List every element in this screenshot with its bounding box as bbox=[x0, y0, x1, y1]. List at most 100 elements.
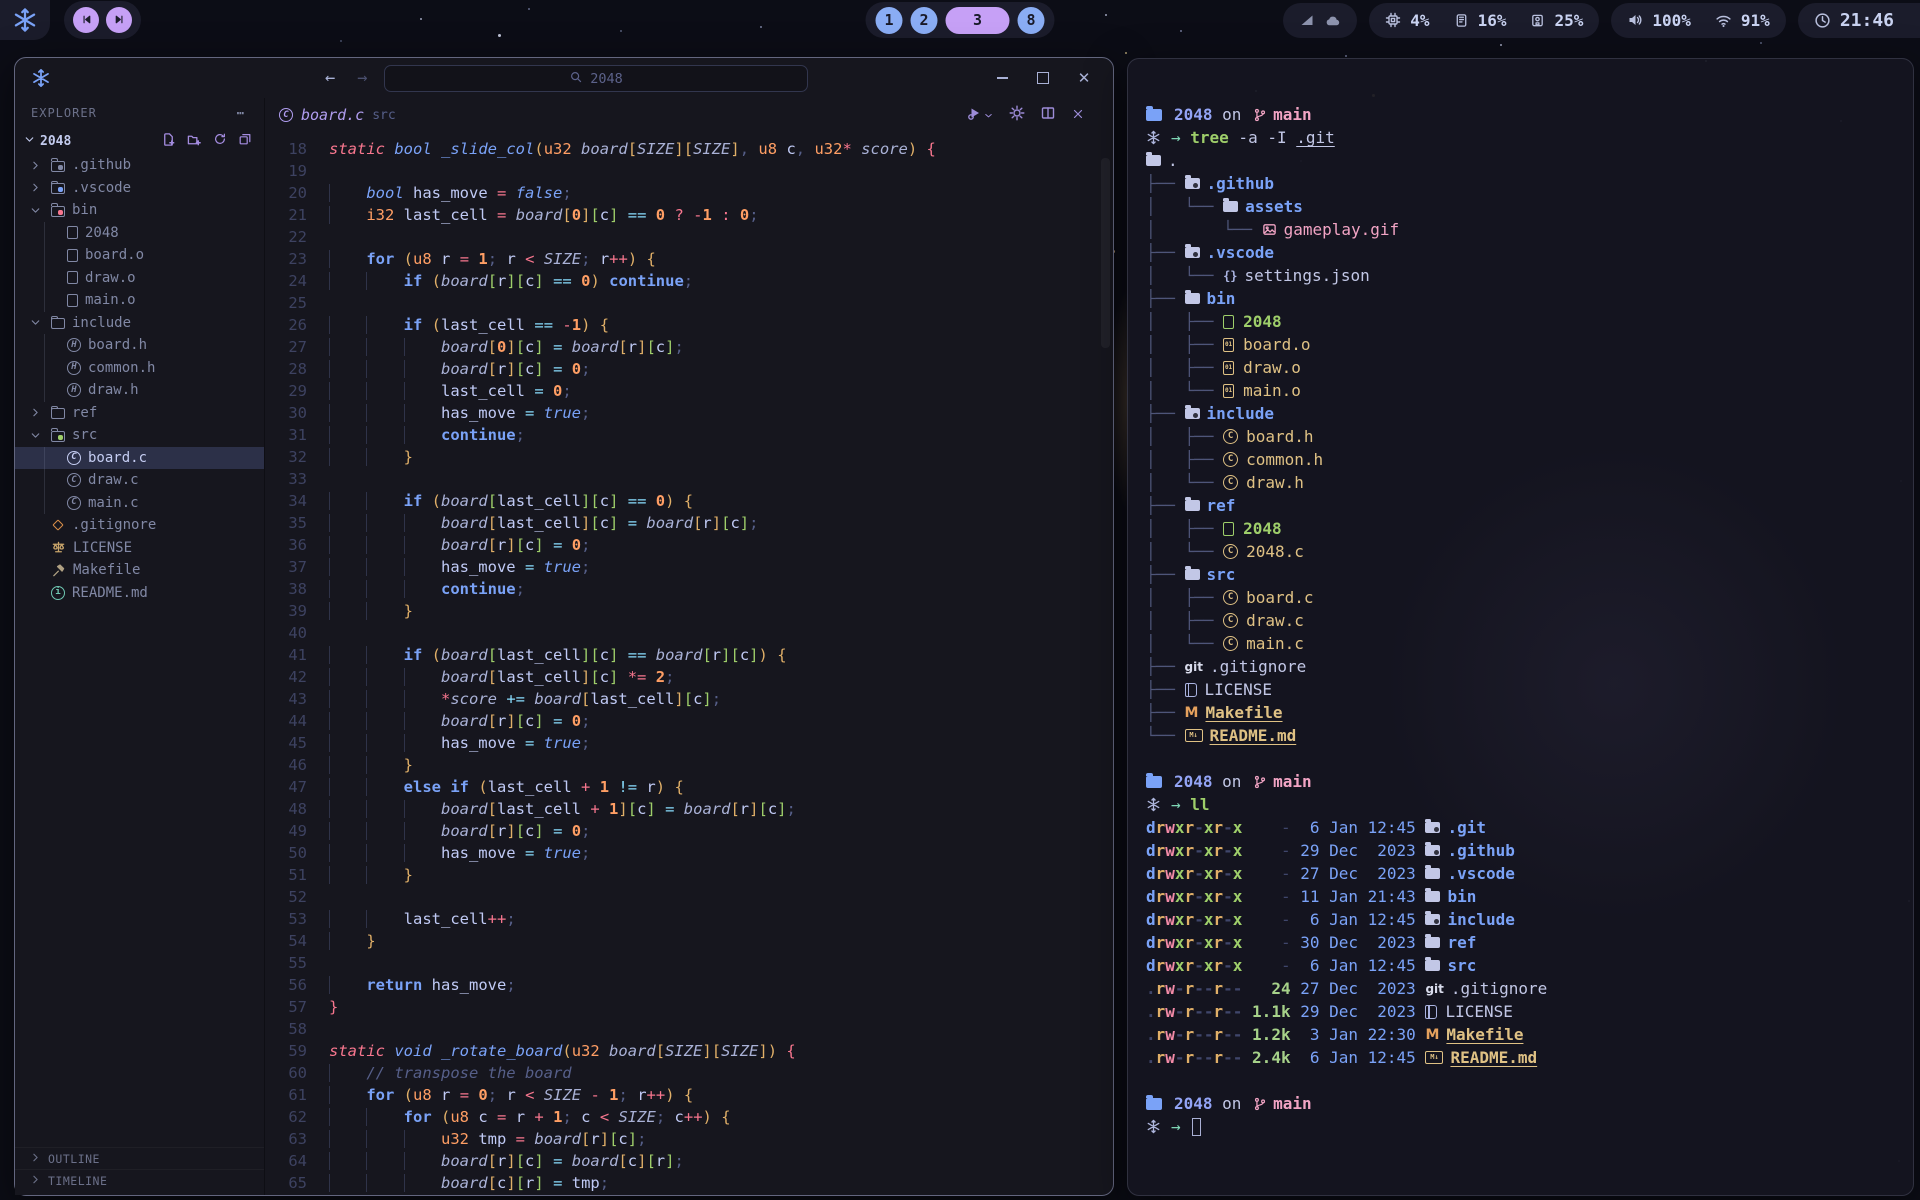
line-number: 27 bbox=[265, 338, 307, 356]
explorer-item-include[interactable]: include bbox=[15, 312, 264, 335]
explorer-item-main.o[interactable]: main.o bbox=[15, 289, 264, 312]
refresh-icon bbox=[213, 132, 227, 151]
nav-forward-button[interactable]: → bbox=[357, 68, 367, 88]
file-link[interactable]: Makefile bbox=[1205, 703, 1282, 722]
code-line-26: 26 if (last_cell == -1) { bbox=[265, 314, 1113, 336]
explorer-item-draw.o[interactable]: draw.o bbox=[15, 267, 264, 290]
editor-tabbar: C board.c src bbox=[265, 98, 1113, 132]
terminal-window[interactable]: 2048 on main→ tree -a -I .git.├── .githu… bbox=[1127, 58, 1914, 1196]
explorer-item-2048[interactable]: 2048 bbox=[15, 222, 264, 245]
workspace-8[interactable]: 8 bbox=[1018, 7, 1045, 34]
section-timeline[interactable]: TIMELINE bbox=[15, 1169, 264, 1191]
line-number: 33 bbox=[265, 470, 307, 488]
editor-scrollbar[interactable] bbox=[1101, 158, 1110, 348]
explorer-item-ref[interactable]: ref bbox=[15, 402, 264, 425]
file-link[interactable]: Makefile bbox=[1446, 1025, 1523, 1044]
folder-icon bbox=[51, 161, 65, 172]
tree-row-draw.c: │ ├── Cdraw.c bbox=[1146, 609, 1895, 632]
weather-widget[interactable] bbox=[1283, 3, 1357, 38]
explorer-item-main.c[interactable]: Cmain.c bbox=[15, 492, 264, 515]
clock-widget[interactable]: 21:46 bbox=[1798, 3, 1920, 38]
code-line-61: 61 for (u8 r = 0; r < SIZE - 1; r++) { bbox=[265, 1084, 1113, 1106]
explorer-more-button[interactable]: ⋯ bbox=[237, 106, 246, 120]
code-line-40: 40 bbox=[265, 622, 1113, 644]
ll-row-Makefile: .rw-r--r-- 1.2k 3 Jan 22:30 MMakefile bbox=[1146, 1023, 1895, 1046]
project-root-row[interactable]: 2048 bbox=[15, 128, 264, 154]
nix-logo-button[interactable] bbox=[0, 0, 50, 40]
explorer-item-board.h[interactable]: Hboard.h bbox=[15, 334, 264, 357]
editor-logo-icon bbox=[31, 68, 51, 92]
explorer-item-draw.h[interactable]: Hdraw.h bbox=[15, 379, 264, 402]
workspace-2[interactable]: 2 bbox=[911, 7, 938, 34]
settings-button[interactable] bbox=[1009, 105, 1025, 125]
clock-icon bbox=[1814, 12, 1831, 29]
command-tree: → tree -a -I .git bbox=[1146, 126, 1895, 149]
system-stats[interactable]: 4% 16% 25% bbox=[1369, 3, 1599, 38]
explorer-item-label: src bbox=[72, 427, 97, 443]
folder-icon bbox=[51, 408, 65, 419]
explorer-item-label: draw.c bbox=[88, 472, 139, 488]
maximize-button[interactable] bbox=[1036, 71, 1050, 85]
workspace-1[interactable]: 1 bbox=[876, 7, 903, 34]
line-number: 60 bbox=[265, 1064, 307, 1082]
explorer-item-src[interactable]: src bbox=[15, 424, 264, 447]
file-link[interactable]: README.md bbox=[1210, 726, 1297, 745]
titlebar-search[interactable]: 2048 bbox=[384, 65, 808, 92]
refresh-button[interactable] bbox=[213, 132, 227, 151]
code-line-65: 65 board[c][r] = tmp; bbox=[265, 1172, 1113, 1194]
explorer-item-.gitignore[interactable]: .gitignore bbox=[15, 514, 264, 537]
link-git[interactable]: .git bbox=[1296, 128, 1335, 147]
tree-row-draw.o: │ ├── 01draw.o bbox=[1146, 356, 1895, 379]
new-file-button[interactable] bbox=[161, 132, 176, 151]
line-number: 63 bbox=[265, 1130, 307, 1148]
split-editor-button[interactable] bbox=[1040, 105, 1056, 125]
code-editor[interactable]: 18static bool _slide_col(u32 board[SIZE]… bbox=[265, 132, 1113, 1195]
explorer-item-board.o[interactable]: board.o bbox=[15, 244, 264, 267]
explorer-item-label: README.md bbox=[72, 585, 148, 601]
explorer-item-Makefile[interactable]: Makefile bbox=[15, 559, 264, 582]
explorer-item-board.c[interactable]: Cboard.c bbox=[15, 447, 264, 470]
image-icon bbox=[1262, 222, 1277, 237]
new-file-icon bbox=[161, 132, 176, 151]
close-editor-button[interactable] bbox=[1071, 106, 1085, 125]
new-folder-button[interactable] bbox=[187, 132, 202, 151]
workspace-3[interactable]: 3 bbox=[946, 7, 1010, 34]
explorer-item-common.h[interactable]: Hcommon.h bbox=[15, 357, 264, 380]
minimize-button[interactable] bbox=[995, 71, 1009, 85]
run-button[interactable] bbox=[967, 105, 994, 125]
media-next-button[interactable] bbox=[106, 7, 132, 33]
explorer-item-draw.c[interactable]: Cdraw.c bbox=[15, 469, 264, 492]
shell-input-line[interactable]: → bbox=[1146, 1115, 1895, 1138]
tab-board-c[interactable]: C board.c bbox=[279, 106, 364, 124]
code-line-62: 62 for (u8 c = r + 1; c < SIZE; c++) { bbox=[265, 1106, 1113, 1128]
collapse-all-button[interactable] bbox=[238, 132, 252, 151]
folder-icon bbox=[1425, 868, 1440, 879]
section-outline[interactable]: OUTLINE bbox=[15, 1147, 264, 1169]
search-text: 2048 bbox=[590, 71, 623, 87]
gear-icon bbox=[1009, 105, 1025, 125]
folder-icon bbox=[51, 318, 65, 329]
chevron-right-icon bbox=[29, 1173, 42, 1189]
line-number: 34 bbox=[265, 492, 307, 510]
disk-icon bbox=[1530, 13, 1545, 28]
top-bar: 1238 4% 16% 25% 100% 91% 21:46 bbox=[0, 0, 1920, 40]
folder-icon bbox=[1425, 891, 1440, 902]
line-number: 32 bbox=[265, 448, 307, 466]
close-button[interactable]: ✕ bbox=[1077, 71, 1091, 85]
git-branch-icon bbox=[1253, 1097, 1267, 1111]
nav-back-button[interactable]: ← bbox=[325, 68, 335, 88]
folder-icon bbox=[1185, 500, 1200, 511]
file-link[interactable]: README.md bbox=[1450, 1048, 1537, 1067]
line-number: 29 bbox=[265, 382, 307, 400]
media-prev-button[interactable] bbox=[73, 7, 99, 33]
explorer-item-.github[interactable]: .github bbox=[15, 154, 264, 177]
audio-network[interactable]: 100% 91% bbox=[1611, 3, 1785, 38]
git-diamond-icon bbox=[52, 520, 63, 531]
explorer-item-LICENSE[interactable]: LICENSE bbox=[15, 537, 264, 560]
media-controls bbox=[64, 1, 141, 39]
explorer-item-bin[interactable]: bin bbox=[15, 199, 264, 222]
tree-row-common.h: │ ├── Ccommon.h bbox=[1146, 448, 1895, 471]
explorer-item-README.md[interactable]: iREADME.md bbox=[15, 582, 264, 605]
line-number: 26 bbox=[265, 316, 307, 334]
explorer-item-.vscode[interactable]: .vscode bbox=[15, 177, 264, 200]
